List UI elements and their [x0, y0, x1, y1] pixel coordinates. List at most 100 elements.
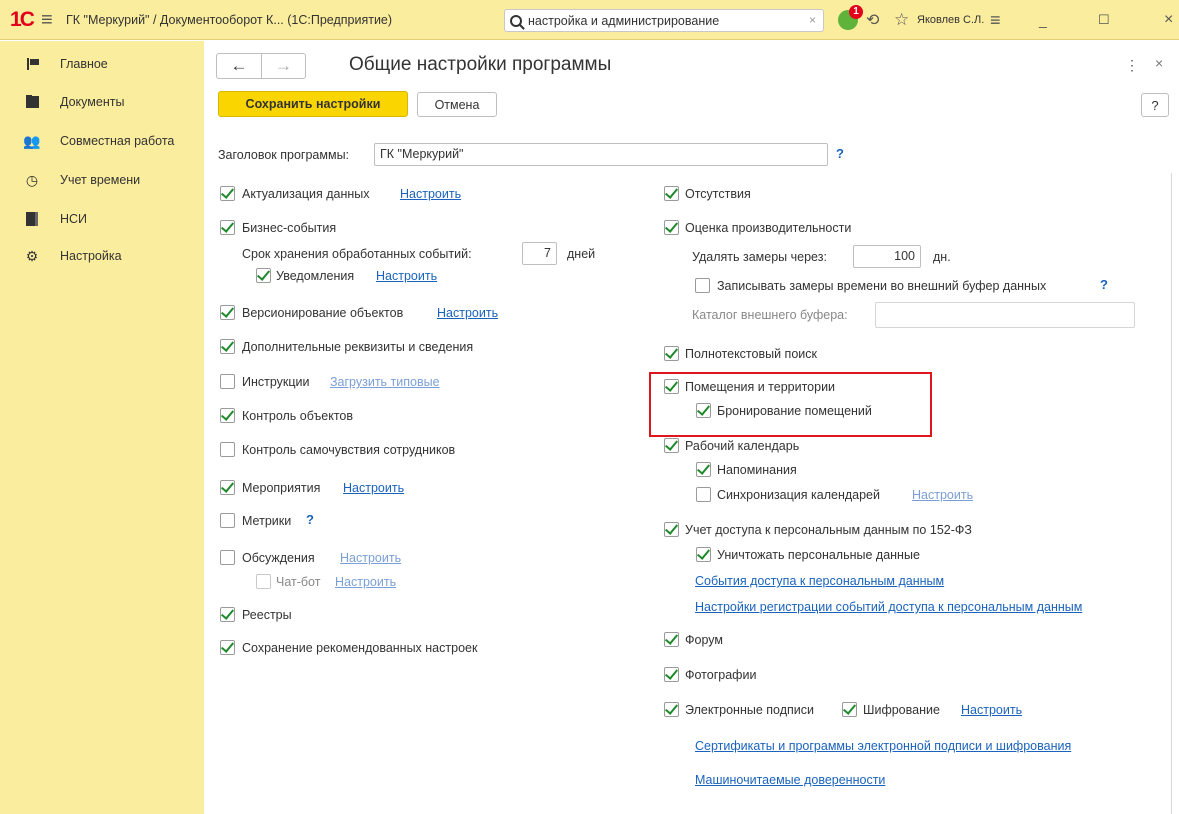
versioning-settings-link[interactable]: Настроить — [437, 305, 498, 321]
chatbot-checkbox[interactable] — [256, 574, 271, 589]
instructions-checkbox[interactable] — [220, 374, 235, 389]
search-input[interactable]: настройка и администрирование × — [504, 9, 824, 32]
actualization-checkbox[interactable] — [220, 186, 235, 201]
versioning-checkbox[interactable] — [220, 305, 235, 320]
delete-after-field[interactable]: 100 — [853, 245, 921, 268]
search-value: настройка и администрирование — [528, 13, 720, 28]
app-menu-icon[interactable]: ≡ — [990, 0, 1001, 40]
cancel-button[interactable]: Отмена — [417, 92, 497, 117]
fulltext-checkbox[interactable] — [664, 346, 679, 361]
external-buffer-label: Записывать замеры времени во внешний буф… — [717, 279, 1047, 293]
external-buffer-checkbox[interactable] — [695, 278, 710, 293]
notifications-settings-link[interactable]: Настроить — [376, 268, 437, 284]
notifications-checkbox[interactable] — [256, 268, 271, 283]
help-button[interactable]: ? — [1141, 93, 1169, 117]
events-checkbox[interactable] — [220, 480, 235, 495]
close-form-icon[interactable]: × — [1155, 55, 1163, 71]
buffer-dir-field[interactable] — [875, 302, 1135, 328]
sidebar-item-label: Главное — [60, 57, 108, 71]
destroy-pd-checkbox[interactable] — [696, 547, 711, 562]
reminders-checkbox[interactable] — [696, 462, 711, 477]
sidebar-item-main[interactable]: Главное — [0, 53, 204, 75]
app-title: ГК "Меркурий" / Документооборот К... (1С… — [66, 13, 393, 27]
maximize-icon[interactable]: ☐ — [1098, 0, 1110, 40]
absences-checkbox[interactable] — [664, 186, 679, 201]
close-window-icon[interactable]: × — [1164, 0, 1173, 40]
pd-access-checkbox[interactable] — [664, 522, 679, 537]
events-label: Мероприятия — [242, 481, 321, 495]
page-title: Общие настройки программы — [349, 54, 612, 75]
external-buffer-help-icon[interactable]: ? — [1100, 277, 1108, 293]
chatbot-label: Чат-бот — [276, 575, 321, 589]
sidebar-item-label: Документы — [60, 95, 125, 109]
vertical-divider — [1171, 173, 1172, 814]
recommended-checkbox[interactable] — [220, 640, 235, 655]
forum-label: Форум — [685, 633, 723, 647]
users-icon: 👥 — [23, 132, 41, 149]
delete-after-unit: дн. — [933, 250, 951, 264]
business-events-label: Бизнес-события — [242, 221, 337, 235]
history-icon[interactable]: ⟲ — [866, 0, 879, 40]
calendar-sync-checkbox[interactable] — [696, 487, 711, 502]
mchd-link[interactable]: Машиночитаемые доверенности — [695, 772, 885, 788]
work-calendar-checkbox[interactable] — [664, 438, 679, 453]
discussions-checkbox[interactable] — [220, 550, 235, 565]
metrics-help-icon[interactable]: ? — [306, 512, 314, 528]
wellbeing-label: Контроль самочувствия сотрудников — [242, 443, 456, 457]
metrics-checkbox[interactable] — [220, 513, 235, 528]
sidebar: Главное Документы 👥 Совместная работа ◷ … — [0, 41, 204, 814]
pd-settings-link[interactable]: Настройки регистрации событий доступа к … — [695, 599, 1082, 615]
object-control-checkbox[interactable] — [220, 408, 235, 423]
header-help-icon[interactable]: ? — [836, 146, 844, 162]
sidebar-item-collaboration[interactable]: 👥 Совместная работа — [0, 130, 204, 152]
minimize-icon[interactable]: _ — [1039, 0, 1047, 40]
discussions-label: Обсуждения — [242, 551, 315, 565]
1c-logo[interactable]: 1С — [10, 0, 35, 40]
sidebar-item-label: Совместная работа — [60, 134, 175, 148]
more-options-icon[interactable]: ⋮ — [1125, 57, 1139, 74]
load-standard-link[interactable]: Загрузить типовые — [330, 374, 440, 390]
events-retention-unit: дней — [567, 247, 596, 261]
user-name[interactable]: Яковлев С.Л. — [917, 0, 984, 40]
pd-events-link[interactable]: События доступа к персональным данным — [695, 573, 944, 589]
object-control-label: Контроль объектов — [242, 409, 354, 423]
actualization-label: Актуализация данных — [242, 187, 370, 201]
program-header-field[interactable]: ГК "Меркурий" — [374, 143, 828, 166]
chatbot-settings-link[interactable]: Настроить — [335, 574, 396, 590]
forum-checkbox[interactable] — [664, 632, 679, 647]
encryption-settings-link[interactable]: Настроить — [961, 702, 1022, 718]
business-events-checkbox[interactable] — [220, 220, 235, 235]
events-retention-field[interactable]: 7 — [522, 242, 557, 265]
certificates-link[interactable]: Сертификаты и программы электронной подп… — [695, 738, 1071, 754]
sidebar-item-nsi[interactable]: НСИ — [0, 208, 204, 230]
main-menu-icon[interactable]: ≡ — [41, 0, 53, 40]
navigation-buttons: ← → — [216, 53, 306, 79]
forward-button[interactable]: → — [261, 54, 305, 78]
photos-checkbox[interactable] — [664, 667, 679, 682]
clock-icon: ◷ — [25, 171, 39, 188]
registers-checkbox[interactable] — [220, 607, 235, 622]
notifications-button[interactable]: 1 — [838, 0, 863, 40]
catalog-icon — [24, 211, 40, 227]
discussions-settings-link[interactable]: Настроить — [340, 550, 401, 566]
favorites-icon[interactable]: ☆ — [894, 0, 909, 40]
esign-checkbox[interactable] — [664, 702, 679, 717]
calendar-sync-settings-link[interactable]: Настроить — [912, 487, 973, 503]
events-settings-link[interactable]: Настроить — [343, 480, 404, 496]
settings-form: ← → Общие настройки программы ⋮ × Сохран… — [204, 41, 1179, 814]
clear-search-icon[interactable]: × — [809, 13, 816, 27]
sidebar-item-settings[interactable]: ⚙ Настройка — [0, 245, 204, 267]
encryption-checkbox[interactable] — [842, 702, 857, 717]
flag-icon — [24, 56, 40, 72]
save-button[interactable]: Сохранить настройки — [218, 91, 408, 117]
sidebar-item-time-tracking[interactable]: ◷ Учет времени — [0, 169, 204, 191]
wellbeing-checkbox[interactable] — [220, 442, 235, 457]
actualization-settings-link[interactable]: Настроить — [400, 186, 461, 202]
sidebar-item-documents[interactable]: Документы — [0, 91, 204, 113]
additional-props-checkbox[interactable] — [220, 339, 235, 354]
calendar-sync-label: Синхронизация календарей — [717, 488, 880, 502]
performance-checkbox[interactable] — [664, 220, 679, 235]
delete-after-label: Удалять замеры через: — [692, 250, 827, 264]
back-button[interactable]: ← — [217, 54, 261, 78]
recommended-label: Сохранение рекомендованных настроек — [242, 641, 478, 655]
